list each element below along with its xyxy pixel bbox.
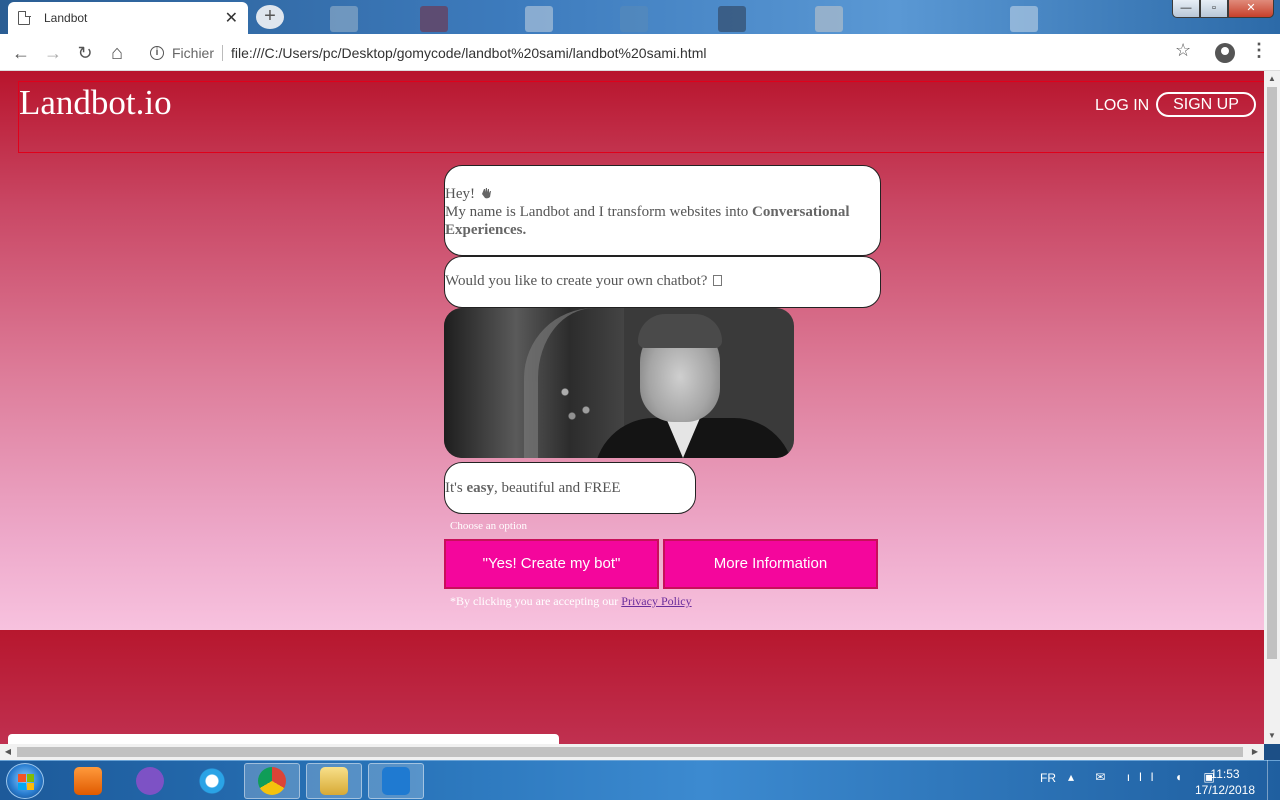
desktop-icon: [815, 6, 843, 32]
taskbar-file-explorer[interactable]: [306, 763, 362, 799]
taskbar-vscode[interactable]: [368, 763, 424, 799]
separator: [222, 45, 224, 61]
browser-tab-bar: Landbot ✕ + — ▫ ✕: [0, 0, 1280, 34]
omnibox[interactable]: i Fichier file:///C:/Users/pc/Desktop/go…: [140, 38, 1210, 68]
tab-title: Landbot: [44, 11, 88, 25]
windows-logo-icon: [18, 774, 34, 790]
choose-option-label: Choose an option: [450, 520, 527, 532]
footer-band: [0, 630, 1264, 744]
desktop-icon: [330, 6, 358, 32]
question-text: Would you like to create your own chatbo…: [445, 273, 708, 289]
info-icon[interactable]: i: [150, 46, 164, 60]
horizontal-scroll-thumb[interactable]: [17, 747, 1243, 757]
greeting-text: Hey!: [445, 186, 475, 202]
page-viewport: Landbot.io LOG IN SIGN UP Hey! My name i…: [0, 71, 1264, 744]
logo[interactable]: Landbot.io: [19, 83, 172, 123]
start-button[interactable]: [6, 763, 44, 799]
taskbar-viber[interactable]: [122, 763, 178, 799]
signup-button[interactable]: SIGN UP: [1156, 92, 1256, 117]
clock-date: 17/12/2018: [1194, 783, 1256, 797]
chat-bubble-tagline: It's easy, beautiful and FREE: [444, 462, 696, 514]
reload-button[interactable]: ↻: [72, 40, 98, 66]
more-information-button[interactable]: More Information: [663, 539, 878, 589]
folder-icon: [320, 767, 348, 795]
horizontal-scrollbar[interactable]: ◀ ▶: [0, 744, 1264, 760]
maximize-button[interactable]: ▫: [1200, 0, 1228, 18]
tagline-prefix: It's: [445, 480, 463, 496]
bookmark-star-icon[interactable]: ☆: [1175, 40, 1191, 61]
waving-hand-icon: [481, 188, 491, 199]
clock-time: 11:53: [1210, 767, 1240, 781]
vscode-icon: [382, 767, 410, 795]
show-desktop-button[interactable]: [1267, 760, 1280, 800]
vertical-scrollbar[interactable]: ▲ ▼: [1264, 71, 1280, 744]
tagline-bold: easy: [466, 480, 494, 496]
address-bar: ← → ↻ ⌂ i Fichier file:///C:/Users/pc/De…: [0, 34, 1280, 71]
tagline-suffix: , beautiful and FREE: [493, 480, 621, 496]
privacy-policy-link[interactable]: Privacy Policy: [621, 594, 691, 608]
scroll-up-arrow[interactable]: ▲: [1264, 72, 1280, 86]
internet-explorer-icon: [198, 767, 226, 795]
taskbar-internet-explorer[interactable]: [184, 763, 240, 799]
vertical-scroll-thumb[interactable]: [1267, 87, 1277, 659]
minimize-button[interactable]: —: [1172, 0, 1200, 18]
missing-glyph-icon: [713, 275, 723, 286]
new-tab-button[interactable]: +: [256, 5, 284, 29]
taskbar-media-player[interactable]: [60, 763, 116, 799]
scroll-right-arrow[interactable]: ▶: [1248, 744, 1262, 760]
clock[interactable]: 11:53 17/12/2018: [1190, 766, 1260, 798]
viber-icon: [136, 767, 164, 795]
chrome-icon: [258, 767, 286, 795]
back-button[interactable]: ←: [8, 40, 34, 66]
menu-icon[interactable]: ⋮: [1250, 40, 1268, 61]
privacy-text: *By clicking you are accepting our: [450, 594, 619, 608]
taskbar-chrome[interactable]: [244, 763, 300, 799]
chat-bubble-question: Would you like to create your own chatbo…: [444, 256, 881, 308]
media-player-icon: [74, 767, 102, 795]
close-window-button[interactable]: ✕: [1228, 0, 1274, 18]
browser-tab[interactable]: Landbot ✕: [8, 2, 248, 34]
account-icon[interactable]: [1215, 43, 1235, 63]
reaction-gif-image: [444, 308, 794, 458]
language-indicator[interactable]: FR: [1040, 771, 1056, 785]
desktop-icon: [718, 6, 746, 32]
chat-bubble-intro: Hey! My name is Landbot and I transform …: [444, 165, 881, 256]
desktop-icon: [420, 6, 448, 32]
header-outline: [18, 81, 1264, 153]
page-icon: [18, 10, 31, 25]
tab-close-icon[interactable]: ✕: [225, 8, 238, 28]
desktop-icon: [620, 6, 648, 32]
privacy-notice: *By clicking you are accepting our Priva…: [450, 594, 692, 609]
desktop-icon: [1010, 6, 1038, 32]
create-bot-button[interactable]: "Yes! Create my bot": [444, 539, 659, 589]
scroll-down-arrow[interactable]: ▼: [1264, 729, 1280, 743]
scheme-label: Fichier: [172, 45, 215, 61]
login-link[interactable]: LOG IN: [1095, 97, 1149, 115]
home-button[interactable]: ⌂: [104, 40, 130, 66]
scroll-left-arrow[interactable]: ◀: [1, 744, 15, 760]
forward-button[interactable]: →: [40, 40, 66, 66]
url-text[interactable]: file:///C:/Users/pc/Desktop/gomycode/lan…: [231, 45, 706, 61]
intro-text: My name is Landbot and I transform websi…: [445, 204, 749, 220]
window-controls: — ▫ ✕: [1172, 0, 1274, 18]
desktop-icon: [525, 6, 553, 32]
